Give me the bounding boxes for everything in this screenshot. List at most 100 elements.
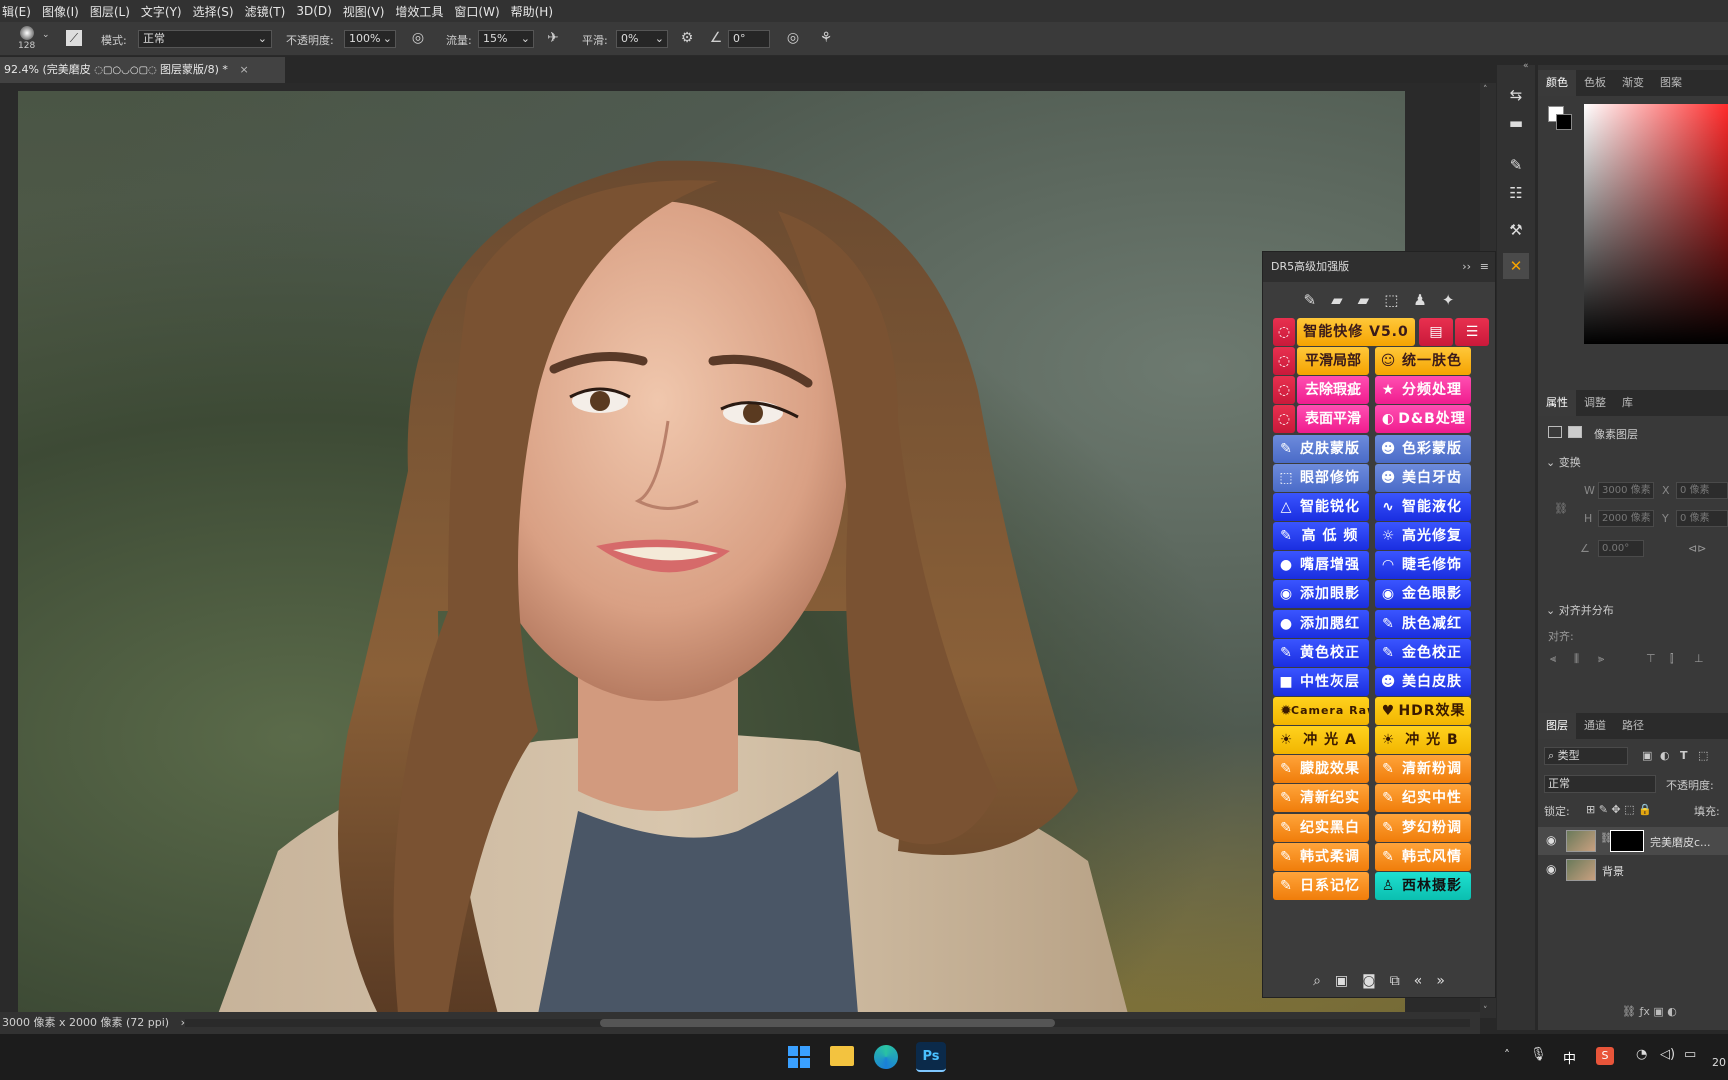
menu-item[interactable]: 窗口(W) bbox=[454, 3, 499, 20]
height-input[interactable]: 2000 像素 bbox=[1598, 510, 1654, 527]
menu-item[interactable]: 滤镜(T) bbox=[245, 3, 286, 20]
battery-icon[interactable]: ▭ bbox=[1684, 1047, 1696, 1062]
close-icon[interactable]: × bbox=[239, 63, 248, 76]
panel-tab[interactable]: 图案 bbox=[1652, 70, 1690, 96]
patch-icon[interactable]: ✦ bbox=[1442, 291, 1455, 309]
sliders-icon[interactable]: ☰ bbox=[1455, 318, 1489, 346]
comment-icon[interactable]: ▬ bbox=[1506, 113, 1526, 133]
lasso-icon[interactable]: ◌ bbox=[1273, 347, 1295, 376]
filter-pixel-icon[interactable]: ▣ bbox=[1642, 749, 1652, 762]
menu-item[interactable]: 3D(D) bbox=[296, 4, 331, 18]
file-explorer-icon[interactable] bbox=[830, 1046, 854, 1066]
dr5-button[interactable]: ■ 中性灰层 bbox=[1273, 667, 1369, 696]
dr5-button[interactable]: ✎ 高 低 频 bbox=[1273, 522, 1369, 551]
dr5-button[interactable]: ✹Camera Raw bbox=[1273, 696, 1369, 725]
lasso-icon[interactable]: ◌ bbox=[1273, 318, 1295, 346]
dr5-button[interactable]: △ 智能锐化 bbox=[1273, 492, 1369, 521]
dr5-button[interactable]: ✎ 肤色减红 bbox=[1375, 609, 1471, 638]
next-icon[interactable]: » bbox=[1436, 973, 1445, 989]
dr5-button[interactable]: ♥ HDR效果 bbox=[1375, 696, 1471, 725]
brush-tool-icon[interactable]: ✎ bbox=[1304, 291, 1317, 309]
menu-item[interactable]: 选择(S) bbox=[193, 3, 234, 20]
dr5-button[interactable]: ◐ D&B处理 bbox=[1375, 405, 1471, 434]
dr5-button[interactable]: ● 嘴唇增强 bbox=[1273, 551, 1369, 580]
layer-row[interactable]: ◉ 背景 bbox=[1538, 856, 1728, 884]
align-top-icon[interactable]: ⊤ bbox=[1646, 652, 1656, 665]
lasso-icon[interactable]: ◌ bbox=[1273, 376, 1295, 405]
menu-item[interactable]: 图像(I) bbox=[42, 3, 79, 20]
align-left-icon[interactable]: ⫷ bbox=[1550, 652, 1556, 666]
dr5-button[interactable]: ● 添加腮红 bbox=[1273, 609, 1369, 638]
adjustments-icon[interactable]: ☷ bbox=[1506, 183, 1526, 203]
lasso-icon[interactable]: ◌ bbox=[1273, 405, 1295, 434]
document-tab[interactable]: 92.4% (完美磨皮 ◌▢○◡○▢◌ 图层蒙版/8) * × bbox=[0, 57, 285, 83]
panel-tab[interactable]: 通道 bbox=[1576, 713, 1614, 739]
collapse-icon[interactable]: « bbox=[1523, 61, 1529, 71]
menu-item[interactable]: 视图(V) bbox=[343, 3, 385, 20]
x-input[interactable]: 0 像素 bbox=[1676, 482, 1728, 499]
angle-input[interactable]: 0° bbox=[728, 30, 770, 48]
dr5-button[interactable]: ✎ 韩式柔调 bbox=[1273, 842, 1369, 871]
plugin-icon[interactable]: ✕ bbox=[1503, 253, 1529, 279]
airbrush-icon[interactable]: ✈ bbox=[545, 30, 561, 46]
flow-input[interactable]: 15% ⌄ bbox=[478, 30, 534, 48]
wifi-icon[interactable]: ◔ bbox=[1636, 1047, 1647, 1062]
menu-item[interactable]: 图层(L) bbox=[90, 3, 130, 20]
dr5-button[interactable]: ✎ 清新粉调 bbox=[1375, 755, 1471, 784]
panel-tab[interactable]: 库 bbox=[1614, 390, 1641, 416]
dr5-button[interactable]: ★ 分频处理 bbox=[1375, 376, 1471, 405]
clock[interactable]: 20 bbox=[1712, 1056, 1726, 1069]
dr5-button[interactable]: ✎ 梦幻粉调 bbox=[1375, 813, 1471, 842]
layer-footer-icons[interactable]: ⛓ ƒx ▣ ◐ bbox=[1622, 1005, 1677, 1018]
menu-item[interactable]: 增效工具 bbox=[395, 3, 443, 20]
photoshop-icon[interactable]: Ps bbox=[916, 1042, 946, 1072]
search-icon[interactable]: ⌕ bbox=[1313, 973, 1321, 989]
stamp-icon[interactable]: ♟ bbox=[1413, 291, 1426, 309]
angle-input[interactable]: 0.00° bbox=[1598, 540, 1644, 557]
dr5-button[interactable]: ∿ 智能液化 bbox=[1375, 492, 1471, 521]
opacity-input[interactable]: 100% ⌄ bbox=[344, 30, 396, 48]
smooth-input[interactable]: 0% ⌄ bbox=[616, 30, 668, 48]
panel-tab[interactable]: 路径 bbox=[1614, 713, 1652, 739]
microphone-icon[interactable]: 🎙 bbox=[1530, 1047, 1547, 1062]
dr5-button[interactable]: 表面平滑 bbox=[1297, 405, 1369, 434]
panel-tab[interactable]: 图层 bbox=[1538, 713, 1576, 739]
dr5-button[interactable]: 平滑局部 bbox=[1297, 347, 1369, 376]
pressure-size-icon[interactable]: ◎ bbox=[785, 30, 801, 46]
menu-item[interactable]: 文字(Y) bbox=[141, 3, 182, 20]
blend-mode-select[interactable]: 正常 bbox=[1544, 775, 1656, 793]
dr5-button[interactable]: ☀ 冲 光 A bbox=[1273, 726, 1369, 755]
history-icon[interactable]: ⇆ bbox=[1506, 85, 1526, 105]
dr5-button[interactable]: ✎ 朦胧效果 bbox=[1273, 755, 1369, 784]
portrait-photo[interactable] bbox=[18, 91, 1405, 1014]
link-icon[interactable]: ⛓ bbox=[1554, 502, 1568, 515]
dr5-button[interactable]: ✎ 纪实中性 bbox=[1375, 784, 1471, 813]
dr5-button[interactable]: ☀ 冲 光 B bbox=[1375, 726, 1471, 755]
align-section[interactable]: ⌄ 对齐并分布 bbox=[1546, 602, 1614, 618]
panel-tab[interactable]: 属性 bbox=[1538, 390, 1576, 416]
menu-icon[interactable]: ≡ bbox=[1480, 252, 1489, 282]
layer-mask-thumbnail[interactable] bbox=[1610, 830, 1644, 852]
horizontal-scrollbar[interactable] bbox=[185, 1019, 1470, 1027]
gear-icon[interactable]: ⚙ bbox=[679, 30, 695, 46]
brush-panel-icon[interactable]: ✎ bbox=[1506, 155, 1526, 175]
panel-tab[interactable]: 渐变 bbox=[1614, 70, 1652, 96]
transform-section[interactable]: ⌄ 变换 bbox=[1546, 454, 1581, 470]
ime-indicator[interactable]: 中 bbox=[1563, 1048, 1576, 1067]
brush-preset-picker[interactable]: 128 ⌄ bbox=[14, 24, 52, 54]
tray-expand-icon[interactable]: ˄ bbox=[1504, 1048, 1510, 1062]
align-middle-icon[interactable]: ⫿ bbox=[1670, 652, 1674, 666]
brush-settings-icon[interactable]: ⟋ bbox=[66, 30, 82, 46]
dr5-button[interactable]: ◠ 睫毛修饰 bbox=[1375, 551, 1471, 580]
panel-icon[interactable]: ▣ bbox=[1335, 973, 1348, 989]
scroll-down-icon[interactable]: ˅ bbox=[1483, 1006, 1488, 1016]
dr5-button[interactable]: ☺ 统一肤色 bbox=[1375, 347, 1471, 376]
dr5-button[interactable]: ◉ 添加眼影 bbox=[1273, 580, 1369, 609]
dr5-button[interactable]: ♙ 西林摄影 bbox=[1375, 871, 1471, 900]
width-input[interactable]: 3000 像素 bbox=[1598, 482, 1654, 499]
horizontal-scroll-thumb[interactable] bbox=[600, 1019, 1055, 1027]
previous-icon[interactable]: « bbox=[1414, 973, 1423, 989]
dr5-button[interactable]: ☼ 高光修复 bbox=[1375, 522, 1471, 551]
edge-icon[interactable] bbox=[874, 1045, 898, 1069]
dr5-button[interactable]: ☻ 色彩蒙版 bbox=[1375, 434, 1471, 463]
